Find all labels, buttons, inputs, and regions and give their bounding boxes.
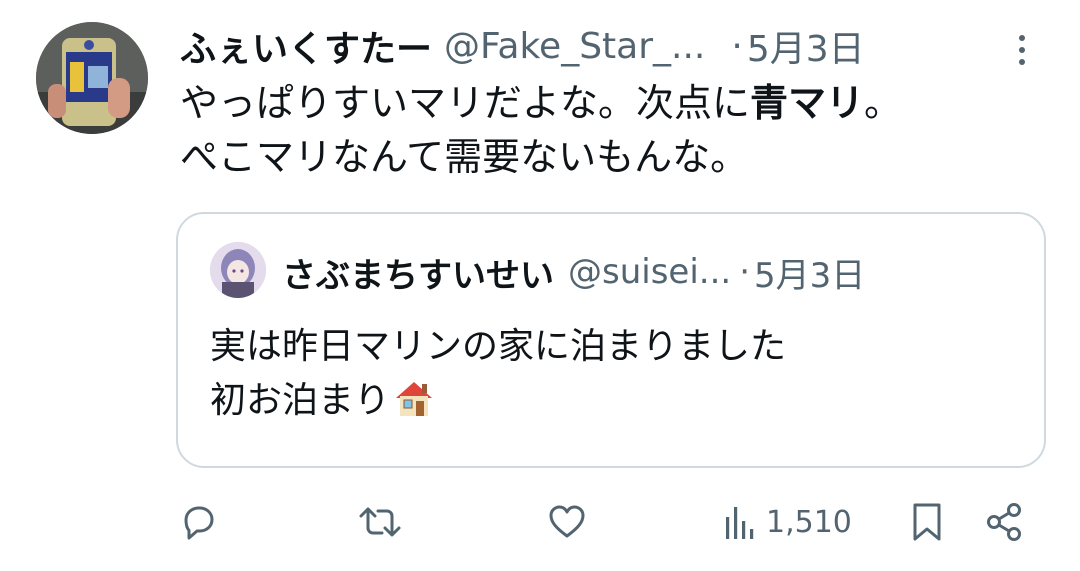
display-name[interactable]: ふぇいくすたー	[180, 20, 432, 72]
views-icon	[724, 501, 758, 543]
quoted-avatar[interactable]	[210, 242, 266, 298]
bookmark-icon	[910, 501, 944, 543]
quoted-user-handle: @suisei...	[568, 252, 732, 292]
quoted-body-line-2-wrap: 初お泊まり	[210, 374, 1010, 428]
reply-icon	[178, 501, 220, 543]
tweet-body-text: 。	[864, 81, 903, 125]
views-count: 1,510	[766, 504, 852, 540]
user-handle[interactable]: @Fake_Star_...	[444, 26, 705, 67]
avatar[interactable]	[36, 22, 148, 134]
tweet: ふぇいくすたー @Fake_Star_... · 5月3日 やっぱりすいマリだよ…	[0, 0, 1080, 571]
like-button[interactable]	[546, 496, 588, 548]
tweet-body-line-2: ぺこマリなんて需要ないもんな。	[180, 135, 749, 179]
tweet-body: やっぱりすいマリだよな。次点に青マリ。 ぺこマリなんて需要ないもんな。	[180, 76, 1040, 184]
action-bar: 1,510	[0, 496, 1080, 552]
quoted-separator-dot: ·	[739, 252, 751, 292]
more-options-icon[interactable]	[1010, 30, 1034, 70]
tweet-date[interactable]: 5月3日	[747, 20, 865, 72]
like-icon	[546, 501, 588, 543]
tweet-body-bold-text: 青マリ	[750, 81, 865, 125]
quoted-tweet-card[interactable]: さぶまちすいせい @suisei... · 5月3日 実は昨日マリンの家に泊まり…	[176, 212, 1046, 468]
tweet-body-text: やっぱりすいマリだよな。次点に	[180, 81, 751, 125]
house-emoji-icon	[392, 378, 436, 418]
bookmark-button[interactable]	[910, 496, 944, 548]
quoted-body: 実は昨日マリンの家に泊まりました 初お泊まり	[210, 320, 1010, 428]
share-button[interactable]	[984, 496, 1026, 548]
separator-dot: ·	[731, 25, 743, 67]
retweet-icon	[356, 501, 404, 543]
quoted-body-line-1: 実は昨日マリンの家に泊まりました	[210, 326, 787, 367]
views-button[interactable]: 1,510	[724, 496, 852, 548]
retweet-button[interactable]	[356, 496, 404, 548]
quoted-body-line-2: 初お泊まり	[210, 380, 391, 421]
reply-button[interactable]	[178, 496, 220, 548]
share-icon	[984, 501, 1026, 543]
tweet-body-line-1: やっぱりすいマリだよな。次点に青マリ。	[180, 76, 1040, 130]
quoted-header: さぶまちすいせい @suisei... · 5月3日	[282, 244, 865, 300]
tweet-header: ふぇいくすたー @Fake_Star_... · 5月3日	[180, 18, 1050, 74]
quoted-date: 5月3日	[754, 255, 866, 296]
quoted-display-name: さぶまちすいせい	[282, 255, 554, 296]
